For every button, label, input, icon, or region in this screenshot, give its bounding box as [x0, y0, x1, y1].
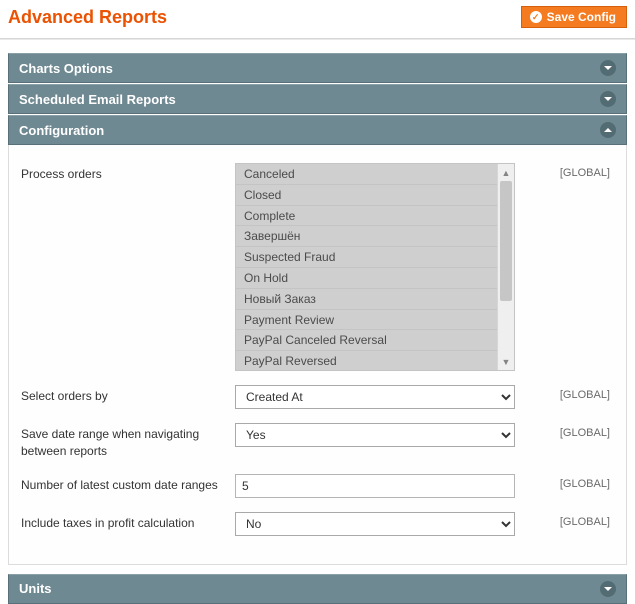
section-units[interactable]: Units: [8, 574, 627, 604]
save-date-range-select[interactable]: Yes: [235, 423, 515, 447]
scope-global: [GLOBAL]: [521, 423, 614, 439]
chevron-up-icon: [600, 122, 616, 138]
scroll-track[interactable]: [498, 181, 514, 353]
divider: [0, 38, 635, 41]
chevron-down-icon: [600, 581, 616, 597]
list-item[interactable]: Suspected Fraud: [236, 247, 497, 268]
scrollbar[interactable]: ▲ ▼: [497, 164, 514, 370]
scroll-up-icon[interactable]: ▲: [498, 164, 514, 181]
list-item[interactable]: PayPal Reversed: [236, 351, 497, 370]
list-item[interactable]: Closed: [236, 185, 497, 206]
num-latest-ranges-input[interactable]: [235, 474, 515, 498]
list-item[interactable]: PayPal Canceled Reversal: [236, 330, 497, 351]
label-num-latest-ranges: Number of latest custom date ranges: [21, 474, 229, 494]
page-title: Advanced Reports: [8, 7, 167, 28]
section-units-title: Units: [19, 581, 52, 596]
scope-global: [GLOBAL]: [521, 474, 614, 490]
list-item[interactable]: On Hold: [236, 268, 497, 289]
process-orders-multiselect[interactable]: Canceled Closed Complete Завершён Suspec…: [235, 163, 515, 371]
list-item[interactable]: Payment Review: [236, 310, 497, 331]
list-item[interactable]: Новый Заказ: [236, 289, 497, 310]
section-configuration-body: Process orders Canceled Closed Complete …: [8, 145, 627, 565]
include-taxes-select[interactable]: No: [235, 512, 515, 536]
save-config-label: Save Config: [547, 10, 616, 24]
chevron-down-icon: [600, 91, 616, 107]
scope-global: [GLOBAL]: [521, 385, 614, 401]
scope-global: [GLOBAL]: [521, 163, 614, 179]
scroll-thumb[interactable]: [500, 181, 512, 301]
select-orders-by-select[interactable]: Created At: [235, 385, 515, 409]
label-select-orders-by: Select orders by: [21, 385, 229, 405]
list-item[interactable]: Завершён: [236, 226, 497, 247]
section-scheduled-email-title: Scheduled Email Reports: [19, 92, 176, 107]
label-process-orders: Process orders: [21, 163, 229, 183]
list-item[interactable]: Canceled: [236, 164, 497, 185]
section-scheduled-email[interactable]: Scheduled Email Reports: [8, 84, 627, 114]
check-icon: ✓: [530, 11, 542, 23]
section-configuration-title: Configuration: [19, 123, 104, 138]
save-config-button[interactable]: ✓ Save Config: [521, 6, 627, 28]
scroll-down-icon[interactable]: ▼: [498, 353, 514, 370]
scope-global: [GLOBAL]: [521, 512, 614, 528]
section-charts-options[interactable]: Charts Options: [8, 53, 627, 83]
label-save-date-range: Save date range when navigating between …: [21, 423, 229, 460]
list-item[interactable]: Complete: [236, 206, 497, 227]
chevron-down-icon: [600, 60, 616, 76]
section-charts-options-title: Charts Options: [19, 61, 113, 76]
section-configuration[interactable]: Configuration: [8, 115, 627, 145]
label-include-taxes: Include taxes in profit calculation: [21, 512, 229, 532]
